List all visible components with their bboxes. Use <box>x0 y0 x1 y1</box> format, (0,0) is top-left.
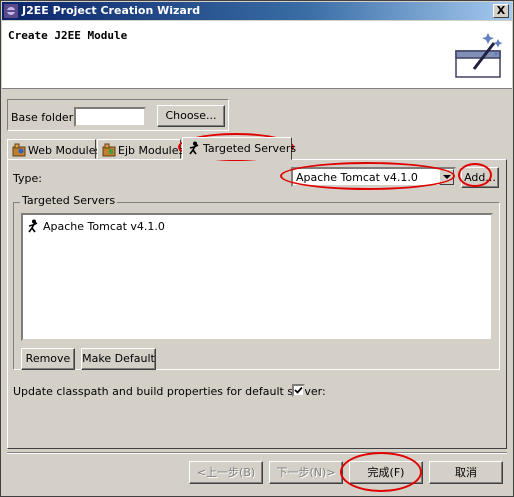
add-server-button[interactable]: Add... <box>461 167 499 188</box>
make-default-label: Make Default <box>82 352 155 365</box>
tab-targeted-servers[interactable]: Targeted Servers <box>182 137 296 160</box>
tab-strip: Web Modules Ejb Modules Targeted Servers <box>7 137 507 160</box>
title-bar[interactable]: J2EE Project Creation Wizard X <box>2 2 512 20</box>
wizard-window: J2EE Project Creation Wizard X Create J2… <box>0 0 514 497</box>
dropdown-button[interactable] <box>439 169 454 185</box>
base-folder-group: Base folder: Choose... <box>7 99 229 131</box>
tab-web-modules[interactable]: Web Modules <box>7 139 101 159</box>
type-label: Type: <box>13 172 42 185</box>
tab-ejb-modules[interactable]: Ejb Modules <box>97 139 185 159</box>
wizard-banner: Create J2EE Module <box>2 21 512 89</box>
servers-group-title: Targeted Servers <box>20 194 118 207</box>
chevron-down-icon <box>443 175 451 179</box>
update-classpath-checkbox[interactable] <box>292 384 305 397</box>
checkmark-icon <box>294 386 303 394</box>
server-icon <box>189 141 199 155</box>
back-label: <上一步(B) <box>196 465 256 479</box>
remove-label: Remove <box>25 352 71 365</box>
close-button[interactable]: X <box>493 4 509 18</box>
choose-button[interactable]: Choose... <box>157 105 225 127</box>
update-classpath-label: Update classpath and build properties fo… <box>13 385 326 398</box>
server-item-label: Apache Tomcat v4.1.0 <box>43 220 165 233</box>
eclipse-icon <box>4 4 18 18</box>
server-type-select[interactable]: Apache Tomcat v4.1.0 <box>291 167 456 187</box>
list-item[interactable]: Apache Tomcat v4.1.0 <box>26 219 165 233</box>
page-title: Create J2EE Module <box>8 29 128 42</box>
footer-separator <box>7 452 507 454</box>
targeted-servers-group: Apache Tomcat v4.1.0 Remove Make Default <box>13 202 500 370</box>
targeted-servers-panel: Type: Apache Tomcat v4.1.0 Add... Apache… <box>7 159 507 449</box>
add-label: Add... <box>464 171 496 184</box>
server-icon <box>28 219 38 233</box>
ejb-module-icon <box>102 143 116 157</box>
finish-button[interactable]: 完成(F) <box>349 461 423 484</box>
next-button[interactable]: 下一步(N)> <box>269 461 343 484</box>
server-type-value: Apache Tomcat v4.1.0 <box>296 171 418 184</box>
cancel-button[interactable]: 取消 <box>429 461 503 484</box>
finish-label: 完成(F) <box>367 465 405 479</box>
back-button[interactable]: <上一步(B) <box>189 461 263 484</box>
tab-ejb-label: Ejb Modules <box>118 144 185 157</box>
window-title: J2EE Project Creation Wizard <box>22 4 201 17</box>
remove-button[interactable]: Remove <box>21 348 75 370</box>
tab-web-label: Web Modules <box>28 144 102 157</box>
base-folder-input[interactable] <box>74 107 146 127</box>
next-label: 下一步(N)> <box>276 465 336 479</box>
choose-label: Choose... <box>165 109 217 122</box>
cancel-label: 取消 <box>455 465 477 479</box>
base-folder-label: Base folder: <box>11 111 77 124</box>
servers-list[interactable]: Apache Tomcat v4.1.0 <box>21 213 493 341</box>
web-module-icon <box>12 143 26 157</box>
wizard-graphic-icon <box>455 33 503 78</box>
make-default-button[interactable]: Make Default <box>81 348 156 370</box>
tab-servers-label: Targeted Servers <box>203 142 297 155</box>
